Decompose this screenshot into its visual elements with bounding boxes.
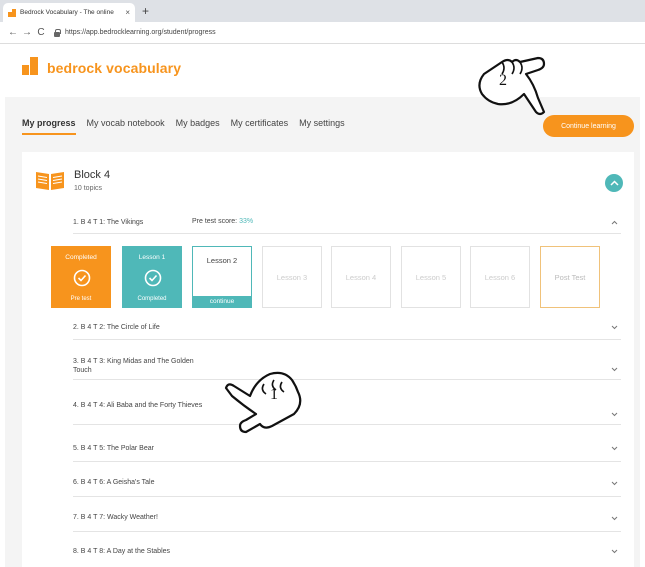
bedrock-logo-icon — [22, 57, 42, 79]
lesson-tile-3[interactable]: Lesson 3 — [262, 246, 322, 308]
topic-row[interactable]: 4. B 4 T 4: Ali Baba and the Forty Thiev… — [73, 398, 621, 425]
nav-my-badges[interactable]: My badges — [176, 118, 220, 135]
tab-title: Bedrock Vocabulary - The online — [20, 9, 114, 16]
reload-icon[interactable]: C — [34, 27, 48, 38]
lesson-tile-6[interactable]: Lesson 6 — [470, 246, 530, 308]
lock-icon — [54, 28, 61, 37]
topic-label: 7. B 4 T 7: Wacky Weather! — [73, 514, 158, 521]
topic-label: 8. B 4 T 8: A Day at the Stables — [73, 548, 171, 555]
forward-arrow-icon[interactable]: → — [20, 27, 34, 38]
logo-text: bedrock vocabulary — [47, 60, 182, 76]
lesson-tile-5[interactable]: Lesson 5 — [401, 246, 461, 308]
chevron-down-icon — [611, 549, 618, 554]
lesson-tile-pretest[interactable]: Completed Pre test — [51, 246, 111, 308]
check-circle-icon — [144, 269, 162, 287]
main-nav: My progress My vocab notebook My badges … — [22, 118, 345, 135]
topic-label: 2. B 4 T 2: The Circle of Life — [73, 324, 160, 331]
browser-tab-bar: Bedrock Vocabulary - The online × + — [0, 0, 645, 22]
topic-label: 6. B 4 T 6: A Geisha's Tale — [73, 479, 155, 486]
chevron-down-icon — [611, 325, 618, 330]
pointing-hand-icon — [224, 371, 302, 434]
topic-row[interactable]: 5. B 4 T 5: The Polar Bear — [73, 440, 621, 462]
lesson-tile-title: Lesson 5 — [415, 272, 447, 282]
lesson-tile-title: Completed — [65, 254, 97, 261]
continue-lesson-button[interactable]: continue — [193, 296, 251, 307]
pointing-hand-annotation-1: 1 — [222, 362, 306, 434]
annotation-number: 2 — [499, 72, 507, 89]
topic-row[interactable]: 2. B 4 T 2: The Circle of Life — [73, 318, 621, 340]
book-icon — [36, 172, 64, 190]
chevron-down-icon — [611, 412, 618, 417]
pretest-label: Pre test score: — [192, 218, 238, 225]
new-tab-button[interactable]: + — [142, 3, 149, 19]
chevron-down-icon — [611, 481, 618, 486]
bedrock-favicon-icon — [8, 8, 16, 17]
lesson-tile-2[interactable]: Lesson 2 continue — [192, 246, 252, 308]
lesson-tile-title: Lesson 4 — [345, 272, 377, 282]
back-arrow-icon[interactable]: ← — [6, 27, 20, 38]
chevron-up-icon — [611, 220, 618, 225]
pointing-hand-icon — [478, 56, 546, 116]
topic-row[interactable]: 7. B 4 T 7: Wacky Weather! — [73, 510, 621, 532]
annotation-number: 1 — [270, 386, 278, 403]
topic-label: 4. B 4 T 4: Ali Baba and the Forty Thiev… — [73, 402, 203, 409]
chevron-down-icon — [611, 367, 618, 372]
lesson-tile-title: Lesson 1 — [138, 254, 166, 261]
topic-row[interactable]: 8. B 4 T 8: A Day at the Stables — [73, 544, 621, 564]
chevron-down-icon — [611, 446, 618, 451]
check-circle-icon — [73, 269, 91, 287]
chevron-down-icon — [611, 516, 618, 521]
continue-learning-button[interactable]: Continue learning — [543, 115, 634, 137]
nav-my-vocab-notebook[interactable]: My vocab notebook — [87, 118, 165, 135]
topic-row[interactable]: 3. B 4 T 3: King Midas and The Golden To… — [73, 354, 621, 380]
topic-label: 3. B 4 T 3: King Midas and The Golden To… — [73, 358, 194, 374]
lesson-tile-1[interactable]: Lesson 1 Completed — [122, 246, 182, 308]
nav-my-certificates[interactable]: My certificates — [231, 118, 289, 135]
block-title: Block 4 — [74, 169, 111, 181]
nav-my-progress[interactable]: My progress — [22, 118, 76, 135]
tab-close-icon[interactable]: × — [125, 8, 130, 17]
lesson-tile-title: Lesson 2 — [206, 256, 238, 265]
lesson-tile-title: Lesson 6 — [484, 272, 516, 282]
address-bar: ← → C https://app.bedrocklearning.org/st… — [0, 22, 645, 44]
lessons-row: Completed Pre test Lesson 1 Completed Le… — [51, 246, 600, 308]
lesson-tile-status: Pre test — [70, 296, 92, 302]
lesson-tile-post-test[interactable]: Post Test — [540, 246, 600, 308]
pretest-score: Pre test score: 33% — [192, 218, 253, 225]
bedrock-logo[interactable]: bedrock vocabulary — [22, 57, 181, 79]
lesson-tile-4[interactable]: Lesson 4 — [331, 246, 391, 308]
topic-row[interactable]: 6. B 4 T 6: A Geisha's Tale — [73, 475, 621, 497]
topic-label: 5. B 4 T 5: The Polar Bear — [73, 445, 154, 452]
chevron-up-icon — [609, 180, 619, 186]
pointing-hand-annotation-2: 2 — [472, 54, 552, 116]
url-text: https://app.bedrocklearning.org/student/… — [65, 29, 216, 36]
collapse-block-button[interactable] — [605, 174, 623, 192]
topic-row[interactable]: 1. B 4 T 1: The Vikings Pre test score: … — [73, 214, 621, 234]
lesson-tile-title: Post Test — [554, 272, 586, 282]
pretest-score-value: 33% — [239, 218, 254, 225]
nav-my-settings[interactable]: My settings — [299, 118, 345, 135]
url-field[interactable]: https://app.bedrocklearning.org/student/… — [54, 28, 216, 37]
lesson-tile-status: Completed — [137, 296, 167, 302]
browser-tab[interactable]: Bedrock Vocabulary - The online × — [3, 3, 135, 22]
lesson-tile-title: Lesson 3 — [276, 272, 308, 282]
block-subtitle: 10 topics — [74, 185, 103, 192]
